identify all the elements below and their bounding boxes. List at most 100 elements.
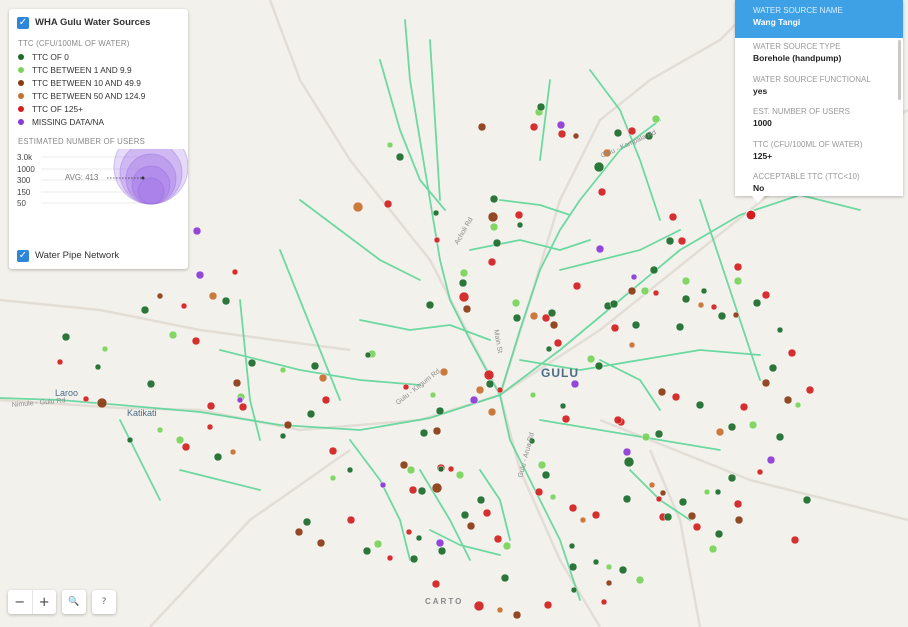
water-source-point[interactable] bbox=[536, 102, 546, 112]
water-source-point[interactable] bbox=[447, 465, 455, 473]
water-source-point[interactable] bbox=[627, 126, 637, 136]
water-source-point[interactable] bbox=[432, 209, 440, 217]
water-source-point[interactable] bbox=[591, 510, 601, 520]
water-source-point[interactable] bbox=[678, 497, 688, 507]
water-source-point[interactable] bbox=[534, 487, 544, 497]
water-source-point[interactable] bbox=[761, 378, 771, 388]
water-source-point[interactable] bbox=[635, 575, 645, 585]
water-source-point[interactable] bbox=[543, 600, 553, 610]
water-source-point[interactable] bbox=[466, 521, 476, 531]
water-source-point[interactable] bbox=[572, 281, 582, 291]
water-source-point[interactable] bbox=[512, 313, 522, 323]
water-source-point[interactable] bbox=[557, 129, 567, 139]
help-button[interactable]: ? bbox=[92, 590, 116, 614]
water-source-point[interactable] bbox=[605, 563, 613, 571]
water-source-point[interactable] bbox=[469, 395, 479, 405]
water-source-point[interactable] bbox=[733, 262, 743, 272]
water-source-point[interactable] bbox=[681, 294, 691, 304]
water-source-point[interactable] bbox=[631, 320, 641, 330]
water-source-point[interactable] bbox=[622, 494, 632, 504]
water-source-point[interactable] bbox=[283, 420, 293, 430]
water-source-point[interactable] bbox=[641, 432, 651, 442]
water-source-point[interactable] bbox=[710, 303, 718, 311]
water-source-point[interactable] bbox=[435, 406, 445, 416]
water-source-point[interactable] bbox=[655, 495, 663, 503]
water-source-point[interactable] bbox=[352, 201, 364, 213]
search-icon[interactable]: 🔍 bbox=[62, 590, 86, 614]
water-source-point[interactable] bbox=[439, 367, 449, 377]
water-source-point[interactable] bbox=[496, 606, 504, 614]
water-source-point[interactable] bbox=[316, 538, 326, 548]
water-source-point[interactable] bbox=[553, 338, 563, 348]
water-source-point[interactable] bbox=[302, 517, 312, 527]
water-source-point[interactable] bbox=[496, 386, 504, 394]
water-source-point[interactable] bbox=[613, 128, 623, 138]
water-source-point[interactable] bbox=[715, 427, 725, 437]
water-source-point[interactable] bbox=[329, 474, 337, 482]
water-source-point[interactable] bbox=[651, 114, 661, 124]
water-source-point[interactable] bbox=[82, 395, 90, 403]
water-source-point[interactable] bbox=[477, 122, 487, 132]
water-source-point[interactable] bbox=[459, 268, 469, 278]
water-source-point[interactable] bbox=[409, 554, 419, 564]
water-source-point[interactable] bbox=[386, 554, 394, 562]
water-source-point[interactable] bbox=[776, 326, 784, 334]
water-source-point[interactable] bbox=[431, 579, 441, 589]
water-source-point[interactable] bbox=[623, 456, 635, 468]
water-source-point[interactable] bbox=[346, 466, 354, 474]
water-source-point[interactable] bbox=[458, 291, 470, 303]
water-source-point[interactable] bbox=[425, 300, 435, 310]
water-source-point[interactable] bbox=[734, 515, 744, 525]
water-source-point[interactable] bbox=[417, 486, 427, 496]
water-sources-layer-checkbox[interactable]: ✓ bbox=[17, 17, 29, 29]
water-source-point[interactable] bbox=[595, 244, 605, 254]
water-source-point[interactable] bbox=[279, 432, 287, 440]
water-source-point[interactable] bbox=[529, 311, 539, 321]
water-source-point[interactable] bbox=[627, 286, 637, 296]
water-source-point[interactable] bbox=[247, 358, 257, 368]
water-source-point[interactable] bbox=[794, 401, 802, 409]
water-source-point[interactable] bbox=[775, 432, 785, 442]
water-source-point[interactable] bbox=[568, 503, 578, 513]
water-source-point[interactable] bbox=[613, 415, 623, 425]
water-source-point[interactable] bbox=[657, 387, 667, 397]
water-source-point[interactable] bbox=[485, 379, 495, 389]
water-source-point[interactable] bbox=[665, 236, 675, 246]
water-source-point[interactable] bbox=[717, 311, 727, 321]
water-source-point[interactable] bbox=[156, 426, 164, 434]
water-source-point[interactable] bbox=[787, 348, 797, 358]
water-source-point[interactable] bbox=[402, 383, 410, 391]
water-source-point[interactable] bbox=[739, 402, 749, 412]
water-source-point[interactable] bbox=[541, 470, 551, 480]
water-source-point[interactable] bbox=[168, 330, 178, 340]
water-source-point[interactable] bbox=[556, 120, 566, 130]
water-source-point[interactable] bbox=[610, 323, 620, 333]
water-source-point[interactable] bbox=[708, 544, 718, 554]
water-source-point[interactable] bbox=[675, 322, 685, 332]
water-source-point[interactable] bbox=[502, 541, 512, 551]
water-source-point[interactable] bbox=[405, 528, 413, 536]
water-source-point[interactable] bbox=[229, 448, 237, 456]
water-source-point[interactable] bbox=[476, 495, 486, 505]
water-source-point[interactable] bbox=[600, 598, 608, 606]
water-source-point[interactable] bbox=[306, 409, 316, 419]
water-source-point[interactable] bbox=[559, 402, 567, 410]
selected-water-source-point[interactable] bbox=[745, 209, 757, 221]
water-source-point[interactable] bbox=[156, 292, 164, 300]
water-source-point[interactable] bbox=[695, 400, 705, 410]
water-source-point[interactable] bbox=[346, 515, 356, 525]
water-source-point[interactable] bbox=[56, 358, 64, 366]
water-source-point[interactable] bbox=[649, 265, 659, 275]
water-source-point[interactable] bbox=[766, 455, 776, 465]
water-source-point[interactable] bbox=[473, 600, 485, 612]
water-source-point[interactable] bbox=[511, 298, 521, 308]
water-source-point[interactable] bbox=[692, 522, 702, 532]
water-source-point[interactable] bbox=[140, 305, 150, 315]
water-source-point[interactable] bbox=[279, 366, 287, 374]
water-source-point[interactable] bbox=[547, 308, 557, 318]
water-source-point[interactable] bbox=[648, 481, 656, 489]
water-source-point[interactable] bbox=[213, 452, 223, 462]
water-source-point[interactable] bbox=[318, 373, 328, 383]
water-source-point[interactable] bbox=[605, 579, 613, 587]
water-source-point[interactable] bbox=[622, 447, 632, 457]
